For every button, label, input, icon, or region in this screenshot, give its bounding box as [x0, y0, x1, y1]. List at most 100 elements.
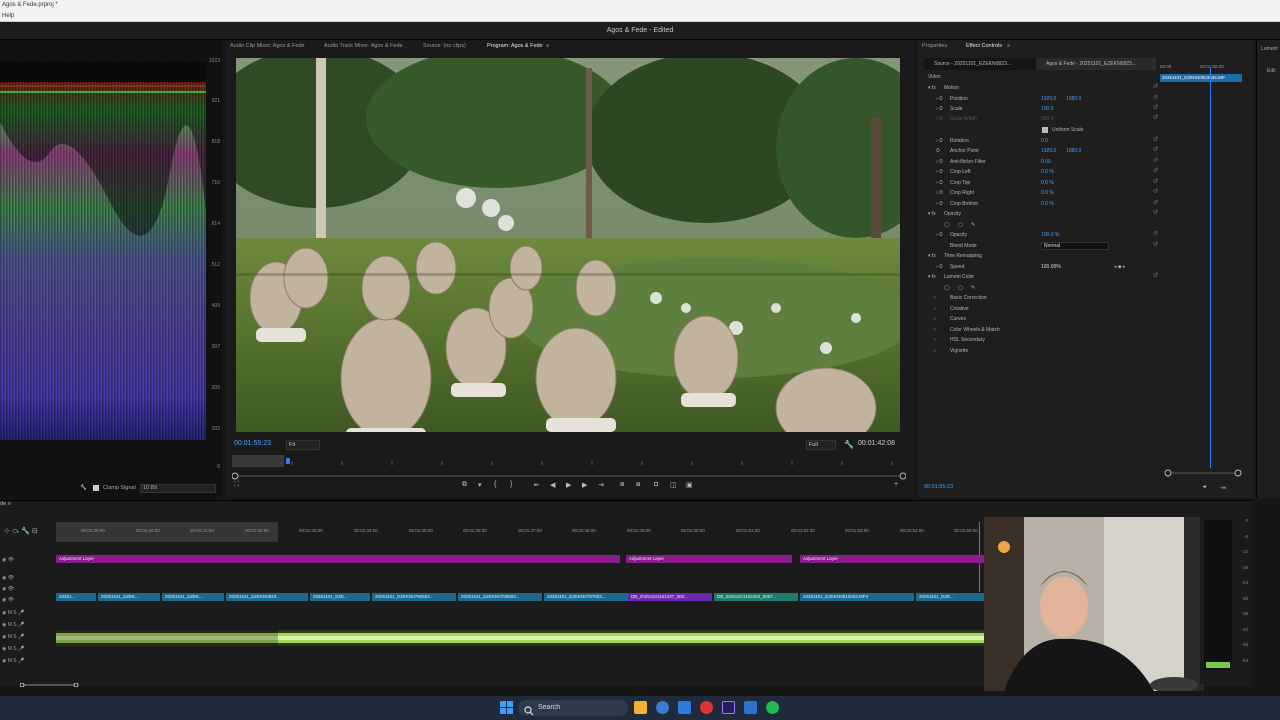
ec-row-crop-bottom[interactable]: › ⏱ Crop Bottom 0.0 %	[928, 199, 1164, 209]
settings-wrench-icon[interactable]: 🔧	[844, 440, 854, 449]
audio-track-controls[interactable]: ◉ M S 🎤	[2, 658, 24, 664]
reset-icon[interactable]: ↺	[1153, 104, 1158, 111]
blend-mode-select[interactable]: Normal	[1041, 242, 1109, 250]
step-back-icon[interactable]: ◀	[550, 481, 555, 489]
resolution-select[interactable]: Full	[806, 440, 836, 450]
add-button-icon[interactable]: +	[894, 481, 898, 488]
audio-track-controls[interactable]: ◉ M S 🎤	[2, 610, 24, 616]
reset-icon[interactable]: ↺	[1153, 272, 1158, 279]
pen-mask-icon[interactable]: ✎	[971, 283, 975, 293]
ec-row-creative[interactable]: › Creative	[928, 304, 1164, 314]
reset-icon[interactable]: ↺	[1153, 230, 1158, 237]
pen-mask-icon[interactable]: ✎	[971, 220, 975, 230]
video-clip[interactable]: 20251101_EZEKN0790503...	[372, 593, 456, 601]
reset-icon[interactable]: ↺	[1153, 188, 1158, 195]
ec-row-speed[interactable]: › ⏱ Speed 100.00% ◂ ◆ ▸	[928, 262, 1164, 272]
file-explorer-icon[interactable]	[634, 701, 647, 714]
source-clip-label[interactable]: Source - 20251101_EZEKN0823...	[934, 61, 1011, 67]
video-clip[interactable]: 20251101_EZEKN0823...	[226, 593, 308, 601]
ellipse-mask-icon[interactable]: ◯	[944, 283, 950, 293]
playhead-timecode[interactable]: 00:01:55:23	[234, 440, 271, 447]
mark-out-icon[interactable]: }	[510, 481, 512, 488]
uniform-scale-checkbox[interactable]	[1042, 127, 1048, 133]
ec-row-hsl-secondary[interactable]: › HSL Secondary	[928, 335, 1164, 345]
marker-icon[interactable]: ▾	[478, 481, 482, 489]
go-to-out-icon[interactable]: ⇥	[598, 481, 604, 489]
video-clip[interactable]: 20251101_EZEK...	[98, 593, 160, 601]
reset-icon[interactable]: ↺	[1153, 83, 1158, 90]
adjustment-clip[interactable]: Adjustment Layer	[626, 555, 792, 563]
spotify-icon[interactable]	[766, 701, 779, 714]
rect-mask-icon[interactable]: ▢	[958, 220, 963, 230]
lift-icon[interactable]: ⧈	[620, 481, 624, 489]
reset-icon[interactable]: ↺	[1153, 178, 1158, 185]
ec-row-opacity-group[interactable]: ▾ fx Opacity	[928, 209, 1164, 219]
menu-bar[interactable]: Help	[0, 11, 1280, 22]
ec-row-crop-right[interactable]: › ⏱ Crop Right 0.0 %	[928, 188, 1164, 198]
reset-icon[interactable]: ↺	[1153, 146, 1158, 153]
audio-track-controls[interactable]: ◉ M S 🎤	[2, 622, 24, 628]
premiere-pro-icon[interactable]	[722, 701, 735, 714]
go-to-in-icon[interactable]: ⇤	[534, 481, 540, 489]
ec-row-scale[interactable]: › ⏱ Scale 100.0	[928, 104, 1164, 114]
proxy-toggle-icon[interactable]: ▣	[686, 481, 693, 489]
position-y-value[interactable]: 1080.0	[1066, 94, 1081, 104]
tab-program[interactable]: Program: Agos & Fede	[487, 43, 543, 49]
video-clip[interactable]: 20251101_EZEKN0788503...	[458, 593, 542, 601]
adjustment-clip[interactable]: Adjustment Layer	[800, 555, 984, 563]
ec-row-position[interactable]: › ⏱ Position 1920.0 1080.0	[928, 94, 1164, 104]
clamp-signal-checkbox[interactable]	[93, 485, 99, 491]
adjustment-clip[interactable]: Adjustment Layer	[56, 555, 620, 563]
ec-row-opacity[interactable]: › ⏱ Opacity 100.0 %	[928, 230, 1164, 240]
panel-menu-icon[interactable]: ≡	[1007, 43, 1010, 49]
reset-icon[interactable]: ↺	[1153, 199, 1158, 206]
extract-icon[interactable]: ⧇	[636, 481, 640, 489]
track-eye-icon[interactable]: ◉ 👁	[2, 557, 14, 563]
video-clip[interactable]: 20251101_EZEKN0787503...	[544, 593, 628, 601]
tab-audio-track-mixer[interactable]: Audio Track Mixer: Agos & Fede	[324, 43, 403, 49]
ec-row-lumetri-masks[interactable]: ◯ ▢ ✎	[928, 283, 1164, 293]
video-clip[interactable]: 20251101_EZE...	[916, 593, 984, 601]
video-clip[interactable]: DB_20251101163453_0057...	[714, 593, 798, 601]
tab-effect-controls[interactable]: Effect Controls	[966, 43, 1002, 49]
export-icon[interactable]: ⇥	[1220, 484, 1226, 492]
filter-icon[interactable]: ⏷	[1202, 484, 1208, 492]
audio-waveform-track[interactable]	[56, 630, 984, 646]
tab-lumetri[interactable]: Lumetri	[1261, 46, 1278, 52]
panel-menu-icon[interactable]: ≡	[546, 43, 549, 49]
browser-icon[interactable]	[656, 701, 669, 714]
notepad-icon[interactable]	[678, 701, 691, 714]
track-eye-icon[interactable]: ◉ 👁	[2, 586, 14, 592]
ec-row-uniform-scale[interactable]: Uniform Scale	[928, 125, 1164, 135]
ec-timecode[interactable]: 00:01:55:23	[924, 484, 953, 490]
chrome-icon[interactable]	[700, 701, 713, 714]
tab-source[interactable]: Source: (no clips)	[423, 43, 466, 49]
track-eye-icon[interactable]: ◉ 👁	[2, 575, 14, 581]
ec-playhead[interactable]	[1210, 68, 1211, 468]
video-clip-selected[interactable]: DB_20251101161437_003...	[628, 593, 712, 601]
reset-icon[interactable]: ↺	[1153, 136, 1158, 143]
ec-row-rotation[interactable]: › ⏱ Rotation 0.0	[928, 136, 1164, 146]
tab-properties[interactable]: Properties	[922, 43, 947, 49]
program-video-frame[interactable]	[236, 58, 900, 432]
compare-view-icon[interactable]: ◫	[670, 481, 677, 489]
audio-track-controls[interactable]: ◉ M S 🎤	[2, 646, 24, 652]
reset-icon[interactable]: ↺	[1153, 209, 1158, 216]
ec-row-lumetri-color[interactable]: ▾ fx Lumetri Color	[928, 272, 1164, 282]
scale-value[interactable]: 100.0	[1041, 104, 1054, 114]
reset-icon[interactable]: ↺	[1153, 114, 1158, 121]
video-clip[interactable]: 20251101_EZE...	[310, 593, 370, 601]
tab-audio-clip-mixer[interactable]: Audio Clip Mixer: Agos & Fede	[230, 43, 305, 49]
wrench-icon[interactable]: 🔧	[80, 480, 87, 496]
ec-mini-timeline[interactable]: 55:00 00:01:56:00 20251101_EZEKN0823505.…	[1160, 58, 1250, 478]
track-eye-icon[interactable]: ◉ 👁	[2, 597, 14, 603]
video-clip[interactable]: 20251101_EZEK...	[162, 593, 224, 601]
ec-row-mask-tools[interactable]: ◯ ▢ ✎	[928, 220, 1164, 230]
ellipse-mask-icon[interactable]: ◯	[944, 220, 950, 230]
windows-start-icon[interactable]	[500, 701, 514, 715]
ec-row-anchor-point[interactable]: ⏱ Anchor Point 1920.0 1080.0	[928, 146, 1164, 156]
reset-icon[interactable]: ↺	[1153, 94, 1158, 101]
ec-clip-bar[interactable]: 20251101_EZEKN0823505.MP	[1160, 74, 1242, 82]
play-icon[interactable]: ▶	[566, 481, 571, 489]
reset-icon[interactable]: ↺	[1153, 167, 1158, 174]
